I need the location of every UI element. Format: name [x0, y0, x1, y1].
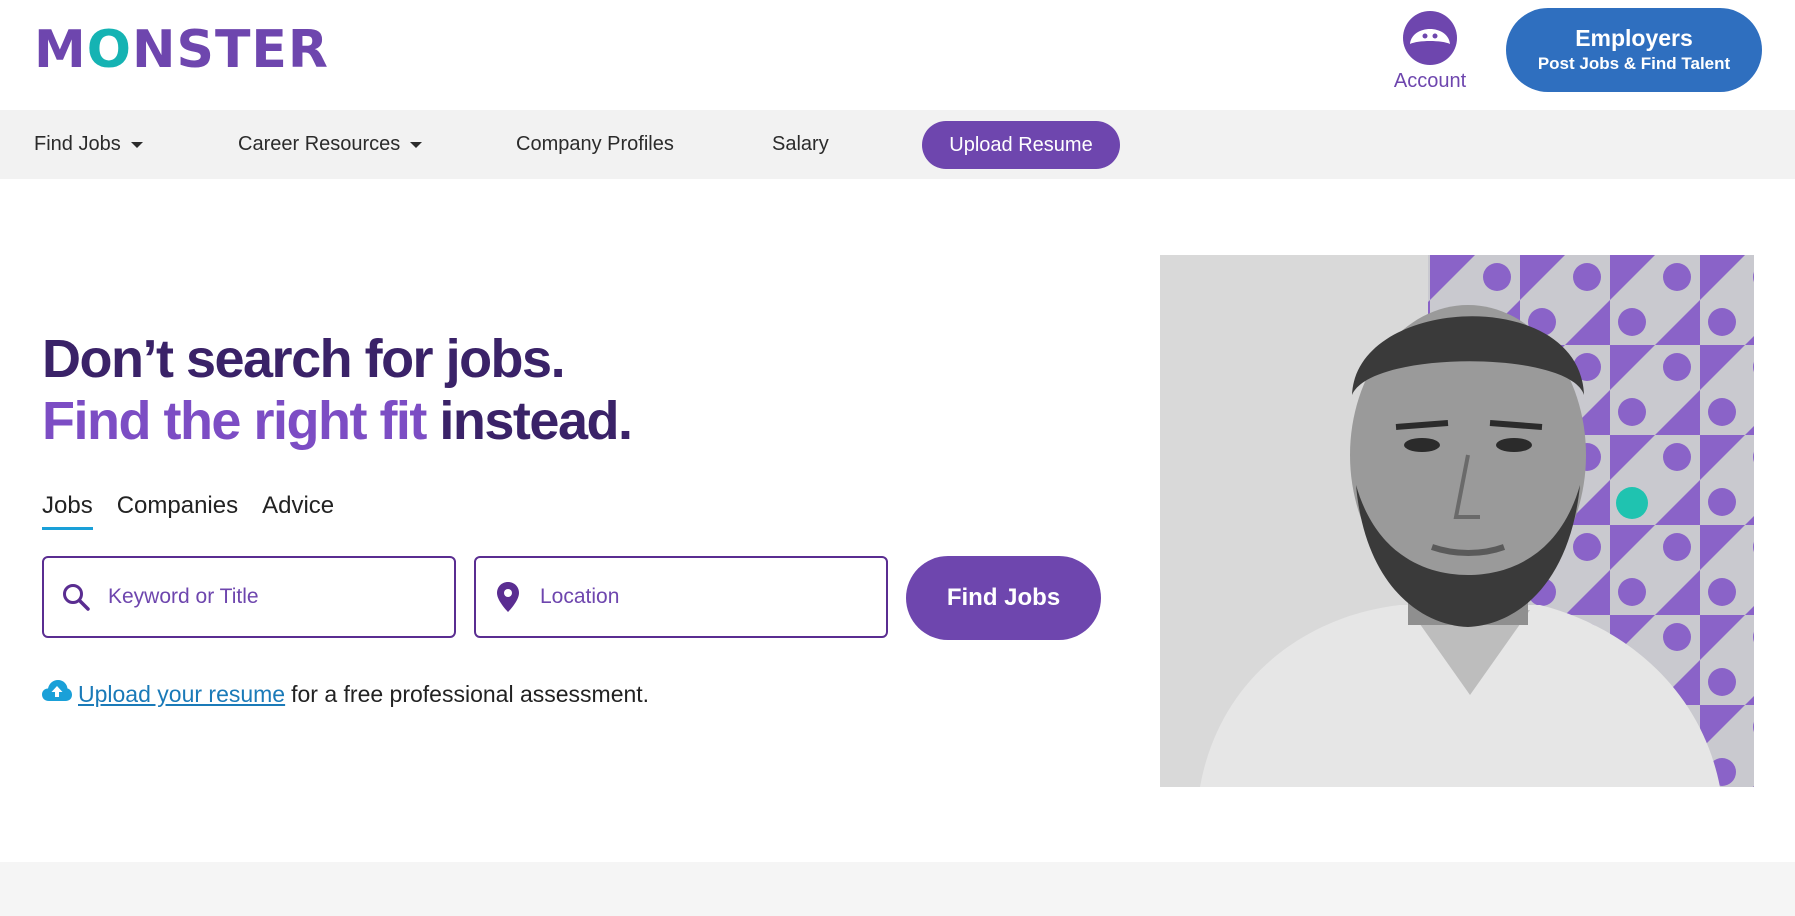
- search-tabs: Jobs Companies Advice: [42, 490, 358, 530]
- nav-company-profiles[interactable]: Company Profiles: [516, 110, 674, 179]
- hero-headline: Don’t search for jobs. Find the right fi…: [42, 328, 633, 452]
- upload-resume-link[interactable]: Upload your resume: [78, 681, 285, 708]
- nav-salary-label: Salary: [772, 133, 829, 155]
- map-pin-icon: [476, 581, 540, 613]
- search-icon: [44, 582, 108, 612]
- nav-career-resources-label: Career Resources: [238, 133, 401, 155]
- monster-logo[interactable]: M O NSTER: [34, 24, 329, 76]
- main-nav: Find Jobs Career Resources Company Profi…: [0, 110, 1795, 179]
- logo-text-m: M: [34, 20, 87, 80]
- top-header: M O NSTER Account Employers Post Jobs & Fi…: [0, 0, 1795, 110]
- tab-jobs[interactable]: Jobs: [42, 490, 93, 530]
- upload-resume-button[interactable]: Upload Resume: [922, 121, 1120, 169]
- headline-line-1: Don’t search for jobs.: [42, 329, 566, 389]
- nav-salary[interactable]: Salary: [772, 110, 829, 179]
- employers-title: Employers: [1575, 25, 1693, 51]
- keyword-input[interactable]: [108, 585, 428, 609]
- upload-resume-prompt: Upload your resume for a free profession…: [42, 680, 649, 708]
- headline-rest: instead.: [425, 391, 633, 451]
- hero-photo: [1160, 255, 1754, 787]
- tab-advice[interactable]: Advice: [262, 490, 334, 530]
- account-label: Account: [1393, 70, 1467, 92]
- nav-find-jobs[interactable]: Find Jobs: [34, 110, 143, 179]
- nav-find-jobs-label: Find Jobs: [34, 133, 121, 155]
- nav-company-profiles-label: Company Profiles: [516, 133, 674, 155]
- nav-career-resources[interactable]: Career Resources: [238, 110, 423, 179]
- logo-text-o: O: [86, 20, 132, 80]
- keyword-field[interactable]: [42, 556, 456, 638]
- account-link[interactable]: Account: [1385, 10, 1475, 100]
- logo-text-rest: NSTER: [131, 20, 329, 80]
- cloud-upload-icon: [42, 680, 72, 708]
- employers-button[interactable]: Employers Post Jobs & Find Talent: [1506, 8, 1762, 92]
- location-input[interactable]: [540, 585, 860, 609]
- find-jobs-button[interactable]: Find Jobs: [906, 556, 1101, 640]
- bottom-section: [0, 862, 1795, 916]
- headline-accent: Find the right fit: [42, 391, 427, 451]
- location-field[interactable]: [474, 556, 888, 638]
- employers-subtitle: Post Jobs & Find Talent: [1537, 54, 1731, 73]
- monster-face-icon: [1402, 10, 1458, 66]
- upload-resume-text: for a free professional assessment.: [291, 680, 650, 707]
- headline-line-2: Find the right fit instead.: [42, 390, 633, 452]
- caret-down-icon: [410, 141, 423, 148]
- tab-companies[interactable]: Companies: [117, 490, 238, 530]
- caret-down-icon: [130, 141, 143, 148]
